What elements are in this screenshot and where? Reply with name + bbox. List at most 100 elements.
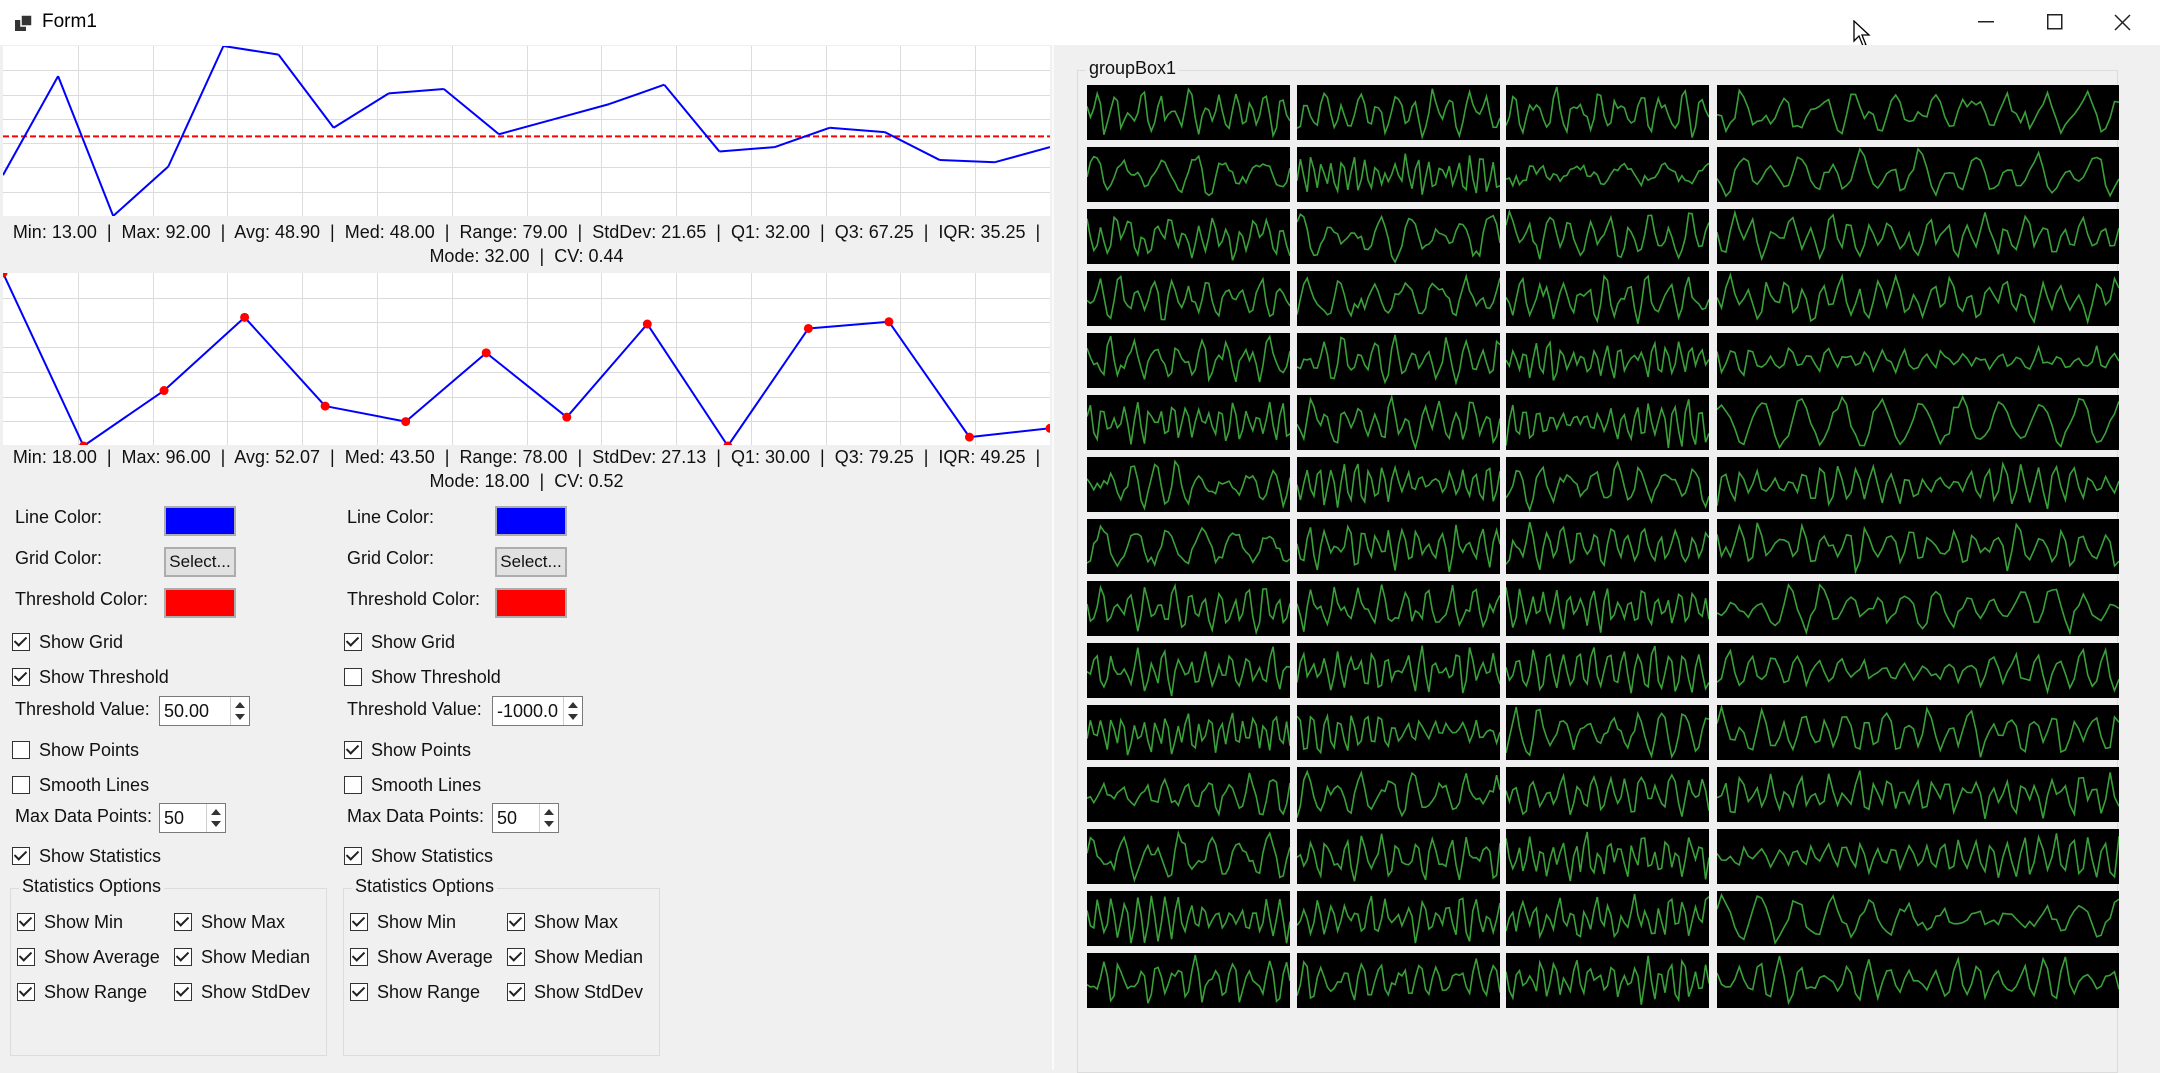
checkbox-box[interactable] [344, 668, 362, 686]
show-average-checkbox[interactable]: Show Average [350, 945, 493, 969]
checkbox-box[interactable] [12, 776, 30, 794]
checkbox-box[interactable] [12, 741, 30, 759]
grid-color-button[interactable]: Select... [164, 547, 236, 577]
threshold-value-spinner[interactable]: 50.00 [159, 696, 250, 726]
maximize-button[interactable] [2019, 0, 2087, 45]
series-segment [566, 323, 649, 418]
show-threshold-checkbox[interactable]: Show Threshold [344, 665, 501, 689]
sparkline-plot [1716, 395, 2120, 450]
sparkline-cell [1296, 767, 1501, 822]
checkbox-box[interactable] [350, 948, 368, 966]
sparkline-cell [1716, 829, 2120, 884]
show-statistics-checkbox[interactable]: Show Statistics [12, 844, 161, 868]
spin-up-icon[interactable] [544, 809, 554, 815]
show-range-checkbox[interactable]: Show Range [17, 980, 147, 1004]
show-statistics-checkbox[interactable]: Show Statistics [344, 844, 493, 868]
spinner-arrows[interactable] [539, 804, 558, 832]
checkbox-box[interactable] [507, 913, 525, 931]
sparkline-plot [1716, 522, 2120, 575]
show-grid-checkbox[interactable]: Show Grid [344, 630, 455, 654]
sparkline-cell [1716, 457, 2120, 512]
show-max-checkbox[interactable]: Show Max [174, 910, 285, 934]
smooth-lines-checkbox[interactable]: Smooth Lines [344, 773, 481, 797]
show-points-checkbox[interactable]: Show Points [344, 738, 471, 762]
sparkline-cell [1505, 271, 1710, 326]
sparkline-wave [1716, 703, 2120, 758]
checkbox-box[interactable] [344, 776, 362, 794]
spin-down-icon[interactable] [211, 821, 221, 827]
checkbox-box[interactable] [344, 847, 362, 865]
checkbox-box[interactable] [174, 983, 192, 1001]
max-data-points-spinner[interactable]: 50 [492, 803, 559, 833]
sparkline-cell [1296, 393, 1501, 451]
sparkline-plot [1505, 955, 1710, 1005]
checkbox-box[interactable] [12, 633, 30, 651]
sparkline-plot [1086, 274, 1291, 321]
checkbox-box[interactable] [350, 983, 368, 1001]
sparkline-plot [1505, 399, 1710, 449]
grid-color-button[interactable]: Select... [495, 547, 567, 577]
spin-down-icon[interactable] [568, 714, 578, 720]
show-threshold-checkbox[interactable]: Show Threshold [12, 665, 169, 689]
smooth-lines-checkbox[interactable]: Smooth Lines [12, 773, 149, 797]
sparkline-plot [1716, 892, 2120, 946]
spinner-value[interactable]: 50 [164, 808, 184, 829]
checkbox-box[interactable] [12, 847, 30, 865]
show-stddev-checkbox[interactable]: Show StdDev [507, 980, 643, 1004]
show-median-checkbox[interactable]: Show Median [507, 945, 643, 969]
sparkline-wave [1296, 958, 1501, 1001]
show-median-checkbox[interactable]: Show Median [174, 945, 310, 969]
series-segment [405, 352, 487, 423]
checkbox-label: Show Median [201, 946, 311, 967]
spin-down-icon[interactable] [544, 821, 554, 827]
spinner-value[interactable]: 50.00 [164, 701, 209, 722]
checkbox-box[interactable] [344, 741, 362, 759]
line-color-button[interactable]: Select... [495, 506, 567, 536]
max-data-points-spinner[interactable]: 50 [159, 803, 226, 833]
spinner-arrows[interactable] [206, 804, 225, 832]
show-min-checkbox[interactable]: Show Min [17, 910, 123, 934]
threshold-value-spinner[interactable]: -1000.0 [492, 696, 583, 726]
spinner-arrows[interactable] [230, 697, 249, 725]
checkbox-box[interactable] [507, 948, 525, 966]
sparkline-wave [1086, 895, 1291, 944]
checkbox-box[interactable] [344, 633, 362, 651]
show-average-checkbox[interactable]: Show Average [17, 945, 160, 969]
spinner-arrows[interactable] [563, 697, 582, 725]
close-button[interactable] [2088, 0, 2156, 45]
checkbox-box[interactable] [17, 948, 35, 966]
show-grid-checkbox[interactable]: Show Grid [12, 630, 123, 654]
spinner-value[interactable]: -1000.0 [497, 701, 558, 722]
show-stddev-checkbox[interactable]: Show StdDev [174, 980, 310, 1004]
series-segment [888, 321, 971, 438]
checkbox-box[interactable] [507, 983, 525, 1001]
show-range-checkbox[interactable]: Show Range [350, 980, 480, 1004]
checkbox-box[interactable] [174, 913, 192, 931]
show-max-checkbox[interactable]: Show Max [507, 910, 618, 934]
spin-up-icon[interactable] [568, 702, 578, 708]
checkbox-box[interactable] [350, 913, 368, 931]
maximize-icon [2047, 14, 2063, 30]
checkbox-box[interactable] [174, 948, 192, 966]
checkbox-box[interactable] [12, 668, 30, 686]
sparkline-wave [1716, 646, 2120, 695]
threshold-color-button[interactable]: Select... [495, 588, 567, 618]
sparkline-cell [1505, 147, 1710, 202]
spin-down-icon[interactable] [235, 714, 245, 720]
line-color-button[interactable]: Select... [164, 506, 236, 536]
sparkline-cell [1716, 581, 2120, 636]
spin-up-icon[interactable] [211, 809, 221, 815]
threshold-color-button[interactable]: Select... [164, 588, 236, 618]
sparkline-cell [1296, 643, 1501, 698]
show-min-checkbox[interactable]: Show Min [350, 910, 456, 934]
sparkline-wave [1296, 895, 1501, 944]
checkbox-label: Show Median [534, 946, 644, 967]
minimize-button[interactable] [1951, 0, 2019, 45]
show-points-checkbox[interactable]: Show Points [12, 738, 139, 762]
checkbox-box[interactable] [17, 983, 35, 1001]
spin-up-icon[interactable] [235, 702, 245, 708]
sparkline-wave [1296, 153, 1501, 195]
spinner-value[interactable]: 50 [497, 808, 517, 829]
sparkline-wave [1505, 86, 1710, 138]
checkbox-box[interactable] [17, 913, 35, 931]
